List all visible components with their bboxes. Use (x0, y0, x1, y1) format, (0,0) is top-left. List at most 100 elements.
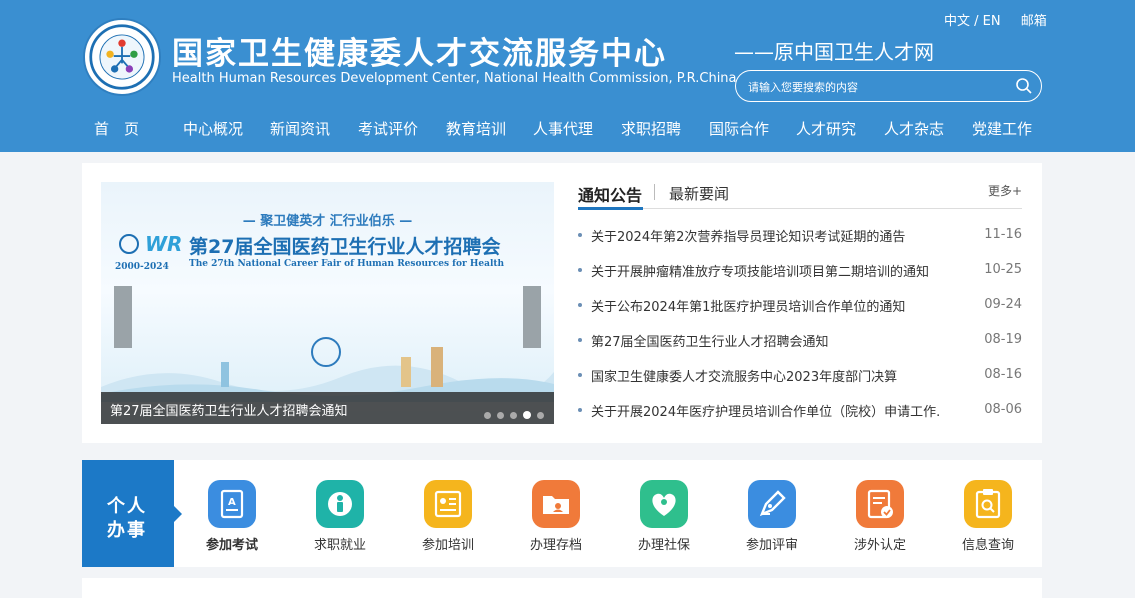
bullet-icon (578, 373, 582, 377)
center-logo[interactable] (85, 20, 159, 94)
tab-notices[interactable]: 通知公告 (578, 182, 642, 206)
personal-services: 个人 办事 A 参加考试 求职就业 参加培训 办理存档 办理社保 参加评审 涉外… (82, 460, 1042, 567)
nav-party[interactable]: 党建工作 (972, 118, 1032, 139)
review-icon (748, 480, 796, 528)
news-title[interactable]: 关于公布2024年第1批医疗护理员培训合作单位的通知 (591, 296, 941, 315)
news-item[interactable]: 关于2024年第2次营养指导员理论知识考试延期的通告 11-16 (578, 226, 1022, 246)
news-item[interactable]: 第27届全国医药卫生行业人才招聘会通知 08-19 (578, 331, 1022, 351)
news-title[interactable]: 关于2024年第2次营养指导员理论知识考试延期的通告 (591, 226, 941, 245)
service-job[interactable]: 求职就业 (305, 480, 375, 553)
nav-home[interactable]: 首 页 (94, 118, 139, 139)
carousel-dots (478, 404, 544, 423)
svg-text:A: A (228, 497, 236, 508)
service-label: 信息查询 (961, 538, 1014, 553)
search-box (735, 70, 1042, 102)
service-exam[interactable]: A 参加考试 (197, 480, 267, 553)
heading-arrow (174, 506, 182, 522)
bullet-icon (578, 408, 582, 412)
search-input[interactable] (748, 77, 1008, 97)
more-link[interactable]: 更多+ (988, 182, 1022, 199)
service-training[interactable]: 参加培训 (413, 480, 483, 553)
bullet-icon (578, 268, 582, 272)
site-header: 国家卫生健康委人才交流服务中心 Health Human Resources D… (0, 0, 1135, 152)
banner-title-en: The 27th National Career Fair of Human R… (189, 259, 505, 269)
banner-slogan: — 聚卫健英才 汇行业伯乐 — (242, 214, 413, 229)
nav-personnel-agency[interactable]: 人事代理 (533, 118, 593, 139)
news-title[interactable]: 关于开展肿瘤精准放疗专项技能培训项目第二期培训的通知 (591, 261, 941, 280)
info-query-icon (964, 480, 1012, 528)
news-date: 11-16 (984, 227, 1022, 242)
carousel-dot[interactable] (537, 412, 544, 419)
news-title[interactable]: 国家卫生健康委人才交流服务中心2023年度部门决算 (591, 366, 941, 385)
service-label: 涉外认定 (853, 538, 906, 553)
language-switch[interactable]: 中文 / EN (944, 10, 1001, 29)
carousel-dot[interactable] (484, 412, 491, 419)
services-heading: 个人 办事 (82, 460, 174, 567)
service-foreign-cert[interactable]: 涉外认定 (845, 480, 915, 553)
news-date: 08-06 (984, 402, 1022, 417)
news-title[interactable]: 第27届全国医药卫生行业人才招聘会通知 (591, 331, 941, 350)
service-label: 求职就业 (313, 538, 366, 553)
news-date: 10-25 (984, 262, 1022, 277)
training-icon (424, 480, 472, 528)
former-name: ——原中国卫生人才网 (734, 40, 934, 64)
carousel-dot[interactable] (497, 412, 504, 419)
main-nav: 首 页 中心概况 新闻资讯 考试评价 教育培训 人事代理 求职招聘 国际合作 人… (82, 118, 1042, 140)
banner-caption-text[interactable]: 第27届全国医药卫生行业人才招聘会通知 (110, 400, 348, 419)
tab-active-underline (578, 207, 643, 210)
nav-magazine[interactable]: 人才杂志 (884, 118, 944, 139)
archive-icon (532, 480, 580, 528)
nav-international[interactable]: 国际合作 (709, 118, 769, 139)
next-section-edge (82, 578, 1042, 598)
services-heading-line1: 个人 (107, 496, 147, 517)
foreign-cert-icon (856, 480, 904, 528)
news-panel: 通知公告 最新要闻 更多+ 关于2024年第2次营养指导员理论知识考试延期的通告… (578, 182, 1022, 424)
nav-jobs[interactable]: 求职招聘 (621, 118, 681, 139)
news-date: 08-16 (984, 367, 1022, 382)
search-icon[interactable] (1015, 77, 1033, 95)
news-date: 09-24 (984, 297, 1022, 312)
service-info-query[interactable]: 信息查询 (953, 480, 1023, 553)
news-item[interactable]: 国家卫生健康委人才交流服务中心2023年度部门决算 08-16 (578, 366, 1022, 386)
nav-training[interactable]: 教育培训 (446, 118, 506, 139)
banner-carousel[interactable]: — 聚卫健英才 汇行业伯乐 — WR 第27届全国医药卫生行业人才招聘会 200… (101, 182, 554, 424)
banner-caption: 第27届全国医药卫生行业人才招聘会通知 (101, 392, 554, 424)
bullet-icon (578, 233, 582, 237)
news-title[interactable]: 关于开展2024年医疗护理员培训合作单位（院校）申请工作... (591, 401, 941, 420)
service-review[interactable]: 参加评审 (737, 480, 807, 553)
tab-baseline (578, 208, 1022, 209)
banner-title: 第27届全国医药卫生行业人才招聘会 (189, 236, 501, 258)
service-label: 参加评审 (745, 538, 798, 553)
nav-about[interactable]: 中心概况 (183, 118, 243, 139)
service-label: 参加考试 (205, 538, 258, 553)
top-links: 中文 / EN 邮箱 (944, 10, 1047, 29)
service-social-security[interactable]: 办理社保 (629, 480, 699, 553)
news-date: 08-19 (984, 332, 1022, 347)
social-security-icon (640, 480, 688, 528)
carousel-dot[interactable] (510, 412, 517, 419)
site-title-cn: 国家卫生健康委人才交流服务中心 (172, 36, 667, 72)
banner-wr-logo: WR (145, 232, 183, 256)
services-heading-line2: 办事 (107, 520, 147, 541)
exam-icon: A (208, 480, 256, 528)
service-label: 办理存档 (529, 538, 582, 553)
news-item[interactable]: 关于开展肿瘤精准放疗专项技能培训项目第二期培训的通知 10-25 (578, 261, 1022, 281)
carousel-dot-active[interactable] (523, 411, 531, 419)
tab-divider (654, 184, 655, 200)
bullet-icon (578, 338, 582, 342)
news-item[interactable]: 关于公布2024年第1批医疗护理员培训合作单位的通知 09-24 (578, 296, 1022, 316)
nav-research[interactable]: 人才研究 (796, 118, 856, 139)
site-title-en: Health Human Resources Development Cente… (172, 71, 737, 86)
news-item[interactable]: 关于开展2024年医疗护理员培训合作单位（院校）申请工作... 08-06 (578, 401, 1022, 421)
main-panel: — 聚卫健英才 汇行业伯乐 — WR 第27届全国医药卫生行业人才招聘会 200… (82, 163, 1042, 443)
banner-badge (119, 234, 139, 254)
service-label: 参加培训 (421, 538, 474, 553)
mail-link[interactable]: 邮箱 (1021, 10, 1047, 29)
bullet-icon (578, 303, 582, 307)
banner-years: 2000-2024 (115, 262, 169, 272)
nav-news[interactable]: 新闻资讯 (270, 118, 330, 139)
tab-latest-news[interactable]: 最新要闻 (669, 183, 729, 204)
job-icon (316, 480, 364, 528)
service-archive[interactable]: 办理存档 (521, 480, 591, 553)
nav-exam[interactable]: 考试评价 (358, 118, 418, 139)
